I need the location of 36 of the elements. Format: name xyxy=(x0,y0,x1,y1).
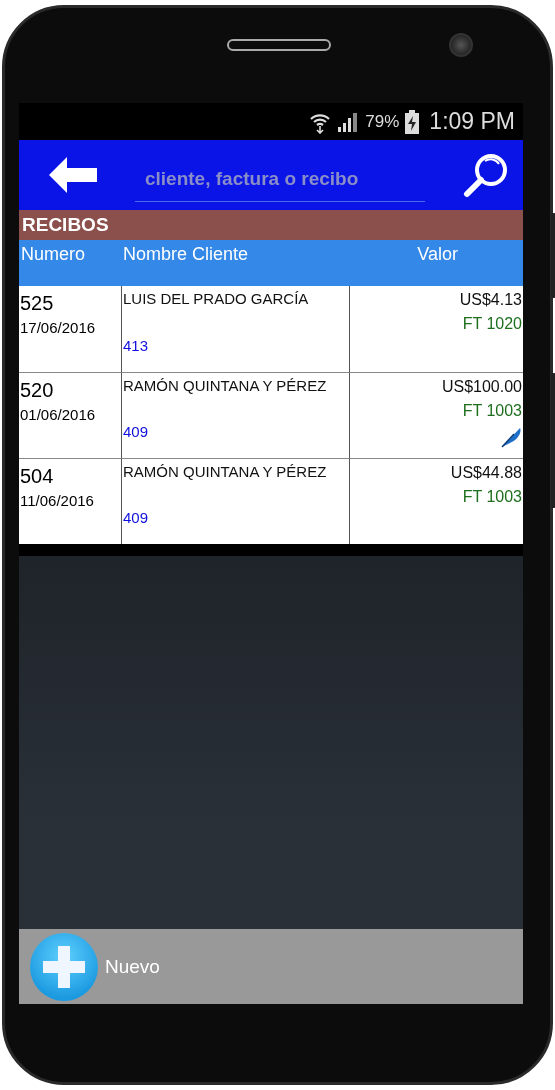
receipt-number: 520 xyxy=(19,379,55,402)
battery-percent: 79% xyxy=(365,111,400,132)
table-row[interactable]: 520 01/06/2016 RAMÓN QUINTANA Y PÉREZ 409 US$100.00 FT 1003 xyxy=(19,372,523,458)
amount: US$100.00 xyxy=(441,378,522,396)
column-header: Numero xyxy=(19,240,121,286)
invoice-number: FT 1020 xyxy=(462,315,522,333)
client-code: 413 xyxy=(123,337,150,354)
plus-icon xyxy=(29,931,99,1002)
amount: US$4.13 xyxy=(459,291,522,309)
signal-icon xyxy=(337,111,360,132)
client-name: LUIS DEL PRADO GARCÍA xyxy=(123,290,310,307)
receipt-date: 11/06/2016 xyxy=(19,492,95,509)
receipt-number: 525 xyxy=(19,292,55,315)
search-button[interactable] xyxy=(463,152,509,198)
receipt-number: 504 xyxy=(19,465,55,488)
invoice-number: FT 1003 xyxy=(462,488,522,506)
search-icon xyxy=(463,152,509,198)
receipt-date: 17/06/2016 xyxy=(19,319,97,336)
column-header: Nombre Cliente xyxy=(121,240,350,286)
section-title: RECIBOS xyxy=(21,214,109,236)
front-camera xyxy=(449,33,473,57)
column-header: Valor xyxy=(350,240,523,286)
clock-time: 1:09 PM xyxy=(429,108,515,135)
header-bar[interactable]: cliente, factura o recibo xyxy=(19,140,523,210)
battery-charging-icon xyxy=(405,109,420,134)
table-row[interactable]: 504 11/06/2016 RAMÓN QUINTANA Y PÉREZ 409 US$44.88 FT 1003 xyxy=(19,458,523,544)
amount: US$44.88 xyxy=(450,464,522,482)
back-arrow-icon xyxy=(49,157,97,193)
receipt-date: 01/06/2016 xyxy=(19,406,97,423)
table-row[interactable]: 525 17/06/2016 LUIS DEL PRADO GARCÍA 413 US$4.13 FT 1020 xyxy=(19,286,523,372)
back-button[interactable] xyxy=(49,157,97,193)
client-code: 409 xyxy=(123,423,150,440)
client-name: RAMÓN QUINTANA Y PÉREZ xyxy=(123,463,328,480)
invoice-number: FT 1003 xyxy=(462,402,522,420)
client-code: 409 xyxy=(123,509,150,526)
client-name: RAMÓN QUINTANA Y PÉREZ xyxy=(123,377,328,394)
